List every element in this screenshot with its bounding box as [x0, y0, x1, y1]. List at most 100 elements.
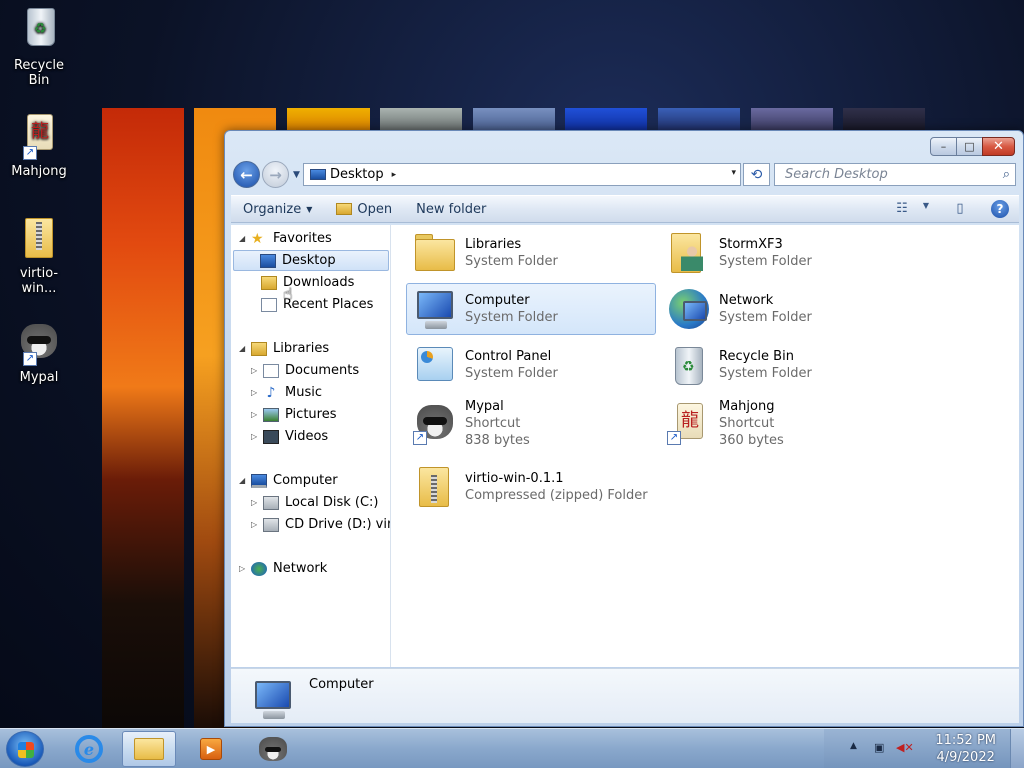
- shortcut-arrow-icon: ↗: [23, 146, 37, 160]
- wallpaper-strip: [658, 108, 740, 130]
- desktop-icon-virtio-win[interactable]: virtio-win...: [4, 214, 74, 296]
- desktop-icon-mahjong[interactable]: 龍 ↗ Mahjong: [4, 112, 74, 179]
- tree-item-pictures[interactable]: ▷ Pictures: [251, 404, 336, 425]
- expand-arrow-icon[interactable]: ▷: [251, 432, 261, 441]
- file-item-virtio-win[interactable]: virtio-win-0.1.1 Compressed (zipped) Fol…: [406, 461, 706, 513]
- notification-area: ▲ ▣ ◀✕ 11:52 PM 4/9/2022: [824, 729, 1024, 768]
- expand-arrow-icon[interactable]: ▷: [251, 366, 261, 375]
- back-button[interactable]: ←: [233, 161, 260, 188]
- breadcrumb-chevron-icon[interactable]: ▸: [392, 170, 397, 180]
- expand-arrow-icon[interactable]: ▷: [251, 410, 261, 419]
- close-button[interactable]: ✕: [982, 137, 1015, 156]
- tree-item-music[interactable]: ▷ ♪ Music: [251, 382, 322, 403]
- file-item-libraries[interactable]: Libraries System Folder: [406, 227, 656, 279]
- tree-label: Libraries: [273, 341, 330, 356]
- address-bar[interactable]: Desktop ▸ ▾: [303, 163, 741, 186]
- file-name: Network: [719, 293, 774, 308]
- file-item-computer[interactable]: Computer System Folder: [406, 283, 656, 335]
- file-item-mahjong[interactable]: 龍 ↗ Mahjong Shortcut 360 bytes: [660, 395, 910, 451]
- expand-arrow-icon[interactable]: ▷: [239, 564, 249, 573]
- libraries-icon: [251, 341, 267, 356]
- search-input[interactable]: Search Desktop ⌕: [774, 163, 1016, 186]
- collapse-arrow-icon[interactable]: ◢: [239, 234, 249, 243]
- network-tray-icon[interactable]: ▣: [874, 741, 884, 754]
- tree-item-computer[interactable]: ◢ Computer: [239, 470, 338, 491]
- minimize-button[interactable]: –: [930, 137, 957, 156]
- network-icon: [665, 285, 713, 333]
- maximize-button[interactable]: □: [956, 137, 983, 156]
- expand-arrow-icon[interactable]: ▷: [251, 498, 261, 507]
- organize-button[interactable]: Organize ▼: [231, 196, 324, 222]
- collapse-arrow-icon[interactable]: ◢: [239, 476, 249, 485]
- tree-item-favorites[interactable]: ◢ ★ Favorites: [239, 228, 332, 249]
- file-size: 360 bytes: [719, 432, 784, 448]
- tree-item-desktop[interactable]: Desktop: [233, 250, 389, 271]
- tree-item-videos[interactable]: ▷ Videos: [251, 426, 328, 447]
- mypal-icon: [259, 737, 287, 761]
- collapse-arrow-icon[interactable]: ◢: [239, 344, 249, 353]
- change-view-icon[interactable]: ☷: [893, 201, 911, 217]
- help-icon[interactable]: ?: [991, 200, 1009, 218]
- tree-item-downloads[interactable]: Downloads: [261, 272, 354, 293]
- expand-arrow-icon[interactable]: ▷: [251, 388, 261, 397]
- address-dropdown-icon[interactable]: ▾: [731, 168, 736, 178]
- tree-item-recent-places[interactable]: Recent Places: [261, 294, 373, 315]
- desktop-icon-recycle-bin[interactable]: ♻ Recycle Bin: [4, 6, 74, 88]
- tree-item-network[interactable]: ▷ Network: [239, 558, 327, 579]
- tree-item-local-disk[interactable]: ▷ Local Disk (C:): [251, 492, 378, 513]
- clock[interactable]: 11:52 PM 4/9/2022: [935, 732, 996, 766]
- search-icon[interactable]: ⌕: [1003, 167, 1010, 182]
- panes: ◢ ★ Favorites Desktop Downloads Recent P…: [231, 225, 1019, 667]
- downloads-folder-icon: [261, 275, 277, 290]
- shortcut-arrow-icon: ↗: [667, 431, 681, 445]
- show-hidden-icons-icon[interactable]: ▲: [850, 741, 857, 751]
- taskbar-media-player[interactable]: ▶: [184, 731, 238, 767]
- open-button[interactable]: Open: [324, 196, 404, 222]
- file-type: System Folder: [719, 310, 812, 325]
- new-folder-button[interactable]: New folder: [404, 196, 498, 222]
- shortcut-arrow-icon: ↗: [413, 431, 427, 445]
- taskbar-mypal[interactable]: [246, 731, 300, 767]
- tree-label: Documents: [285, 363, 360, 378]
- windows-logo-icon: [18, 742, 34, 758]
- tree-item-libraries[interactable]: ◢ Libraries: [239, 338, 329, 359]
- volume-muted-icon[interactable]: ◀✕: [896, 741, 914, 754]
- file-item-stormxf3[interactable]: StormXF3 System Folder: [660, 227, 910, 279]
- wallpaper-strip: [102, 108, 184, 728]
- view-options-chevron-icon[interactable]: ▼: [917, 201, 935, 217]
- desktop-icon-mypal[interactable]: ↗ Mypal: [4, 318, 74, 385]
- tree-label: CD Drive (D:) vir: [285, 517, 391, 532]
- wallpaper-strip: [473, 108, 555, 130]
- file-item-control-panel[interactable]: Control Panel System Folder: [406, 339, 656, 391]
- start-button[interactable]: [6, 731, 44, 767]
- address-location[interactable]: Desktop: [330, 167, 384, 182]
- forward-arrow-icon: →: [269, 165, 282, 184]
- file-type: System Folder: [465, 366, 558, 381]
- details-pane: Computer: [231, 668, 1019, 723]
- navigation-pane: ◢ ★ Favorites Desktop Downloads Recent P…: [231, 225, 391, 667]
- new-folder-label: New folder: [416, 201, 487, 217]
- mouse-cursor-icon: ☝: [283, 284, 293, 303]
- libraries-icon: [411, 229, 459, 277]
- show-desktop-button[interactable]: [1010, 729, 1024, 768]
- tree-label: Videos: [285, 429, 329, 444]
- refresh-button[interactable]: ⟲: [743, 163, 770, 186]
- forward-button[interactable]: →: [262, 161, 289, 188]
- file-name: Control Panel: [465, 349, 552, 364]
- explorer-window: – □ ✕ ← → ▼ Desktop ▸ ▾ ⟲ Search Desktop…: [224, 130, 1024, 727]
- file-size: 838 bytes: [465, 432, 530, 448]
- documents-icon: [263, 363, 279, 378]
- tree-item-cd-drive[interactable]: ▷ CD Drive (D:) vir: [251, 514, 391, 535]
- mahjong-icon: 龍 ↗: [15, 112, 63, 160]
- expand-arrow-icon[interactable]: ▷: [251, 520, 261, 529]
- recent-pages-dropdown-icon[interactable]: ▼: [293, 170, 300, 180]
- file-item-network[interactable]: Network System Folder: [660, 283, 910, 335]
- preview-pane-icon[interactable]: ▯: [951, 201, 969, 217]
- file-name: Mypal: [465, 398, 504, 414]
- taskbar-internet-explorer[interactable]: e: [62, 731, 116, 767]
- file-item-recycle-bin[interactable]: ♻ Recycle Bin System Folder: [660, 339, 910, 391]
- wallpaper-strip: [380, 108, 462, 130]
- taskbar-windows-explorer[interactable]: [122, 731, 176, 767]
- tree-item-documents[interactable]: ▷ Documents: [251, 360, 359, 381]
- file-item-mypal[interactable]: ↗ Mypal Shortcut 838 bytes: [406, 395, 656, 451]
